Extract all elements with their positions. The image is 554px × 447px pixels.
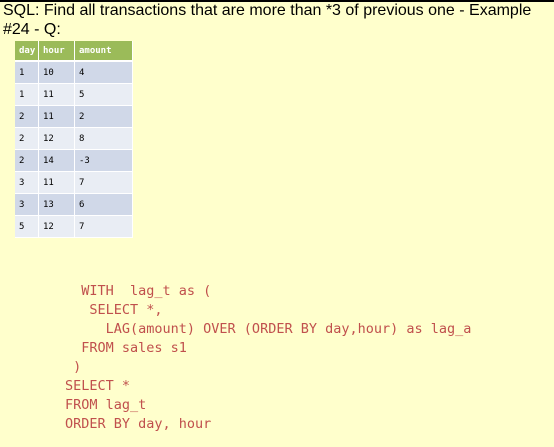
cell-hour: 13 — [38, 193, 75, 216]
code-line: ) — [65, 359, 82, 375]
cell-hour: 14 — [38, 149, 75, 172]
cell-amount: 4 — [74, 61, 133, 84]
cell-amount: 2 — [74, 105, 133, 128]
code-line: SELECT *, — [65, 302, 163, 318]
cell-hour: 12 — [38, 127, 75, 150]
table-row: 3 13 6 — [15, 193, 133, 216]
cell-day: 3 — [15, 193, 39, 216]
table-row: 2 12 8 — [15, 127, 133, 150]
cell-amount: 8 — [74, 127, 133, 150]
code-line: FROM lag_t — [65, 397, 147, 413]
header-hour: hour — [38, 41, 75, 62]
cell-amount: 7 — [74, 215, 133, 238]
cell-hour: 11 — [38, 105, 75, 128]
sales-table: day hour amount 1 10 4 1 11 5 2 11 2 2 1… — [15, 41, 133, 238]
cell-hour: 11 — [38, 171, 75, 194]
table-row: 2 14 -3 — [15, 149, 133, 172]
cell-hour: 12 — [38, 215, 75, 238]
slide-title: SQL: Find all transactions that are more… — [3, 2, 532, 38]
code-line: LAG(amount) OVER (ORDER BY day,hour) as … — [65, 321, 472, 337]
cell-day: 2 — [15, 105, 39, 128]
table-header-row: day hour amount — [15, 41, 133, 62]
cell-hour: 10 — [38, 61, 75, 84]
code-line: ORDER BY day, hour — [65, 416, 212, 432]
cell-day: 5 — [15, 215, 39, 238]
sql-code-block: WITH lag_t as ( SELECT *, LAG(amount) OV… — [65, 282, 471, 434]
cell-day: 2 — [15, 149, 39, 172]
cell-amount: 5 — [74, 83, 133, 106]
code-line: SELECT * — [65, 378, 131, 394]
table-row: 1 11 5 — [15, 83, 133, 106]
cell-day: 1 — [15, 83, 39, 106]
header-day: day — [15, 41, 39, 62]
table-row: 5 12 7 — [15, 215, 133, 238]
code-line: WITH lag_t as ( — [65, 283, 212, 299]
cell-day: 1 — [15, 61, 39, 84]
cell-day: 3 — [15, 171, 39, 194]
cell-amount: 6 — [74, 193, 133, 216]
code-line: FROM sales s1 — [65, 340, 187, 356]
cell-amount: -3 — [74, 149, 133, 172]
table-row: 2 11 2 — [15, 105, 133, 128]
cell-hour: 11 — [38, 83, 75, 106]
table-row: 1 10 4 — [15, 61, 133, 84]
table-row: 3 11 7 — [15, 171, 133, 194]
header-amount: amount — [74, 41, 133, 62]
cell-amount: 7 — [74, 171, 133, 194]
cell-day: 2 — [15, 127, 39, 150]
